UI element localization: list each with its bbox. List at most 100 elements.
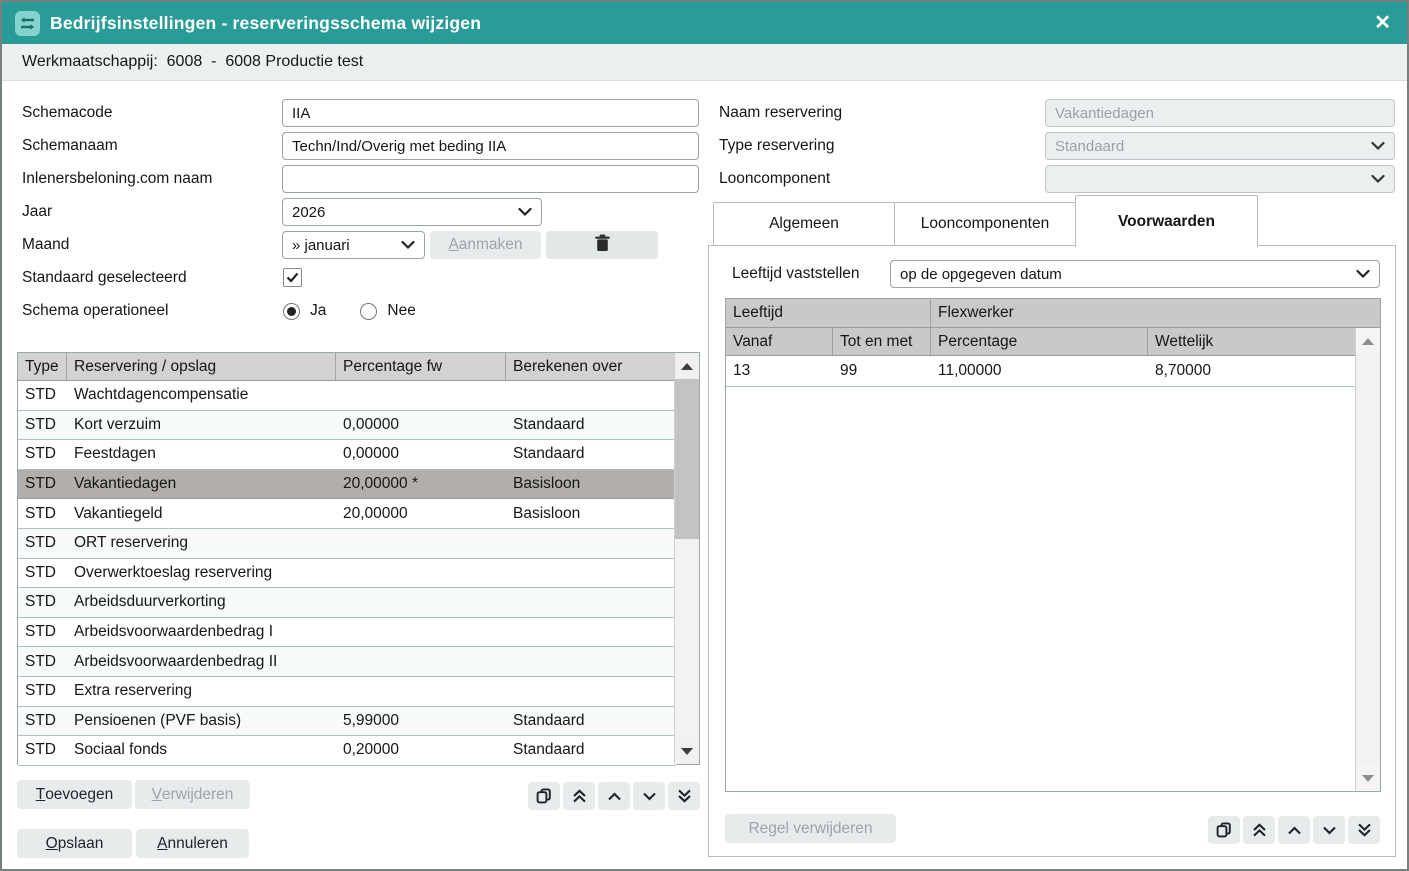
reserveringen-table: Type Reservering / opslag Percentage fw …	[17, 352, 700, 765]
schemacode-input[interactable]	[282, 99, 699, 127]
scroll-down-icon[interactable]	[675, 738, 699, 764]
table-row[interactable]: STDArbeidsvoorwaardenbedrag II	[18, 647, 676, 677]
column-header: Type	[18, 353, 67, 380]
jaar-label: Jaar	[22, 198, 52, 226]
copy-icon[interactable]	[1208, 816, 1240, 844]
row-reorder-toolbar	[1208, 816, 1380, 844]
leeftijd-table: Leeftijd Flexwerker Vanaf Tot en met Per…	[725, 298, 1381, 792]
scrollbar[interactable]	[1355, 328, 1380, 791]
table-row[interactable]: STDPensioenen (PVF basis)5,99000Standaar…	[18, 707, 676, 737]
scroll-up-icon[interactable]	[1356, 328, 1380, 354]
naam-reservering-input[interactable]	[1045, 99, 1395, 127]
table-row[interactable]: STDFeestdagen0,00000Standaard	[18, 440, 676, 470]
chevron-down-icon	[401, 237, 415, 254]
naam-reservering-label: Naam reservering	[719, 99, 842, 127]
toevoegen-button[interactable]: Toevoegen	[17, 780, 132, 809]
scrollbar-thumb[interactable]	[675, 379, 699, 539]
chevron-down-icon	[518, 204, 532, 221]
trash-icon	[594, 234, 611, 257]
leeftijd-vaststellen-value: op de opgegeven datum	[900, 266, 1062, 283]
type-reservering-value: Standaard	[1055, 138, 1124, 155]
copy-icon[interactable]	[528, 782, 560, 810]
column-header: Reservering / opslag	[67, 353, 336, 380]
move-up-icon[interactable]	[1278, 816, 1310, 844]
type-reservering-select[interactable]: Standaard	[1045, 132, 1395, 160]
dialog-window: Bedrijfsinstellingen - reserveringsschem…	[0, 0, 1409, 871]
table-row[interactable]: 13 99 11,00000 8,70000	[726, 356, 1357, 387]
maand-label: Maand	[22, 231, 69, 259]
table-group-header-row: Leeftijd Flexwerker	[726, 299, 1380, 328]
schema-operationeel-label: Schema operationeel	[22, 297, 169, 325]
radio-nee[interactable]	[360, 303, 377, 320]
column-header: Percentage fw	[336, 353, 506, 380]
jaar-select-value: 2026	[292, 204, 325, 221]
scrollbar[interactable]	[674, 353, 699, 764]
tab-algemeen[interactable]: Algemeen	[713, 202, 895, 245]
schemanaam-input[interactable]	[282, 132, 699, 160]
table-row-selected[interactable]: STDVakantiedagen20,00000 *Basisloon	[18, 470, 676, 500]
tab-voorwaarden[interactable]: Voorwaarden	[1075, 195, 1258, 247]
standaard-geselecteerd-checkbox[interactable]	[283, 268, 302, 287]
table-row[interactable]: STDArbeidsvoorwaardenbedrag I	[18, 618, 676, 648]
opslaan-button[interactable]: Opslaan	[17, 829, 132, 858]
table-row[interactable]: STDWachtdagencompensatie	[18, 381, 676, 411]
table-row[interactable]: STDORT reservering	[18, 529, 676, 559]
aanmaken-button[interactable]: Aanmaken	[430, 231, 541, 259]
maand-select[interactable]: » januari	[282, 231, 425, 259]
tab-looncomponenten[interactable]: Looncomponenten	[894, 202, 1076, 245]
chevron-down-icon	[1356, 266, 1370, 283]
table-row[interactable]: STDSociaal fonds0,20000Standaard	[18, 736, 676, 766]
table-row[interactable]: STDArbeidsduurverkorting	[18, 588, 676, 618]
move-top-icon[interactable]	[1243, 816, 1275, 844]
transfer-arrows-icon	[15, 11, 40, 36]
annuleren-button[interactable]: Annuleren	[136, 829, 249, 858]
group-header: Leeftijd	[726, 299, 931, 327]
standaard-geselecteerd-label: Standaard geselecteerd	[22, 264, 187, 292]
scroll-up-icon[interactable]	[675, 353, 699, 379]
table-row[interactable]: STDVakantiegeld20,00000Basisloon	[18, 499, 676, 529]
window-title: Bedrijfsinstellingen - reserveringsschem…	[50, 13, 481, 34]
leeftijd-vaststellen-label: Leeftijd vaststellen	[732, 260, 860, 288]
chevron-down-icon	[1371, 171, 1385, 188]
move-down-icon[interactable]	[1313, 816, 1345, 844]
table-row[interactable]: STDKort verzuim0,00000Standaard	[18, 411, 676, 441]
jaar-select[interactable]: 2026	[282, 198, 542, 226]
maand-select-value: » januari	[292, 237, 350, 254]
column-header: Percentage	[931, 328, 1148, 355]
schema-operationeel-radios: Ja Nee	[283, 302, 416, 320]
table-row[interactable]: STDOverwerktoeslag reservering	[18, 559, 676, 589]
schemanaam-label: Schemanaam	[22, 132, 118, 160]
verwijderen-button[interactable]: Verwijderen	[135, 780, 250, 809]
group-header: Flexwerker	[931, 299, 1380, 327]
column-header: Berekenen over	[506, 353, 676, 380]
scroll-down-icon[interactable]	[1356, 765, 1380, 791]
schemacode-label: Schemacode	[22, 99, 112, 127]
inlenersbeloning-input[interactable]	[282, 165, 699, 193]
radio-ja[interactable]	[283, 303, 300, 320]
move-bottom-icon[interactable]	[668, 782, 700, 810]
type-reservering-label: Type reservering	[719, 132, 834, 160]
werkmaatschappij-bar: Werkmaatschappij: 6008 - 6008 Productie …	[2, 44, 1407, 81]
move-down-icon[interactable]	[633, 782, 665, 810]
move-bottom-icon[interactable]	[1348, 816, 1380, 844]
radio-ja-label: Ja	[310, 302, 326, 320]
inlenersbeloning-label: Inlenersbeloning.com naam	[22, 165, 212, 193]
close-icon[interactable]: ✕	[1374, 13, 1391, 33]
row-reorder-toolbar	[528, 782, 700, 810]
column-header: Wettelijk	[1148, 328, 1357, 355]
move-top-icon[interactable]	[563, 782, 595, 810]
table-row[interactable]: STDExtra reservering	[18, 677, 676, 707]
column-header: Tot en met	[833, 328, 931, 355]
title-bar: Bedrijfsinstellingen - reserveringsschem…	[2, 2, 1407, 44]
table-header-row: Type Reservering / opslag Percentage fw …	[18, 353, 676, 381]
radio-nee-label: Nee	[387, 302, 415, 320]
looncomponent-label: Looncomponent	[719, 165, 830, 193]
table-header-row: Vanaf Tot en met Percentage Wettelijk	[726, 328, 1357, 356]
chevron-down-icon	[1371, 138, 1385, 155]
leeftijd-vaststellen-select[interactable]: op de opgegeven datum	[890, 260, 1380, 288]
move-up-icon[interactable]	[598, 782, 630, 810]
column-header: Vanaf	[726, 328, 833, 355]
delete-month-button[interactable]	[546, 231, 658, 259]
regel-verwijderen-button[interactable]: Regel verwijderen	[725, 814, 896, 843]
looncomponent-select[interactable]	[1045, 165, 1395, 193]
